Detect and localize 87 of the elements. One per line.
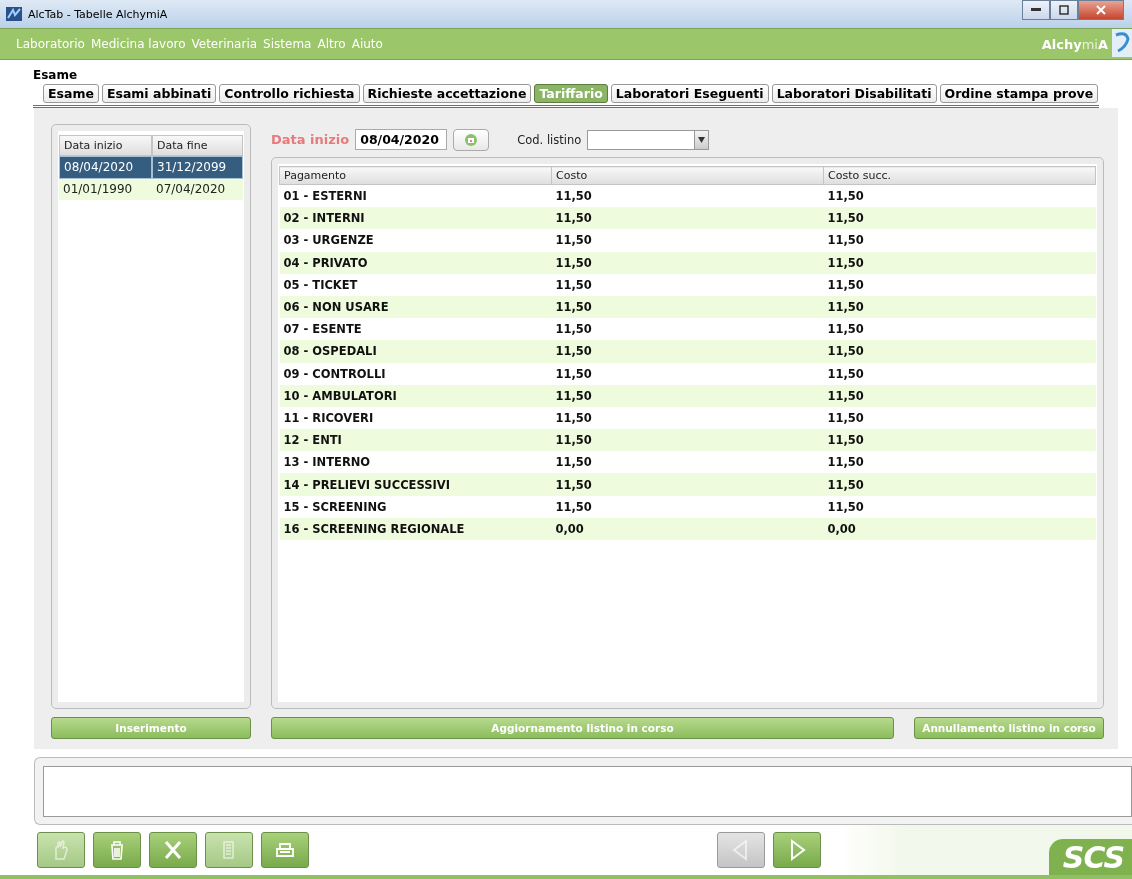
table-cell: 14 - PRELIEVI SUCCESSIVI bbox=[279, 473, 552, 496]
table-cell: 01 - ESTERNI bbox=[279, 184, 552, 208]
brand-logo: AlchymiA bbox=[1041, 36, 1108, 52]
window-title: AlcTab - Tabelle AlchymiA bbox=[28, 7, 169, 21]
minimize-button[interactable] bbox=[1022, 0, 1050, 20]
tab[interactable]: Esami abbinati bbox=[101, 84, 217, 103]
maximize-icon bbox=[1059, 5, 1069, 15]
date-field[interactable]: 08/04/2020 bbox=[355, 129, 448, 150]
tab[interactable]: Laboratori Eseguenti bbox=[610, 84, 769, 103]
table-cell: 11,50 bbox=[551, 473, 824, 496]
column-header: Pagamento bbox=[279, 166, 552, 185]
table-cell: 11,50 bbox=[551, 229, 824, 252]
listino-dropdown[interactable] bbox=[587, 129, 710, 150]
table-cell: 0,00 bbox=[823, 517, 1096, 540]
table-cell: 11,50 bbox=[551, 362, 824, 385]
tab[interactable]: Controllo richiesta bbox=[219, 84, 360, 103]
table-cell: 11,50 bbox=[823, 318, 1096, 341]
column-header: Costo succ. bbox=[823, 166, 1096, 185]
table-cell: 09 - CONTROLLI bbox=[279, 362, 552, 385]
cancel-button[interactable] bbox=[149, 832, 197, 868]
listino-label: Cod. listino bbox=[517, 132, 582, 147]
table-cell: 11,50 bbox=[823, 207, 1096, 230]
table-cell: 06 - NON USARE bbox=[279, 295, 552, 319]
table-cell: 11,50 bbox=[551, 429, 824, 452]
table-cell: 04 - PRIVATO bbox=[279, 251, 552, 274]
table-cell: 12 - ENTI bbox=[279, 429, 552, 452]
company-logo: SCS bbox=[1048, 839, 1132, 875]
table-cell: 11,50 bbox=[551, 406, 824, 430]
print-button[interactable] bbox=[261, 832, 309, 868]
table-cell: 11,50 bbox=[551, 384, 824, 407]
table-cell: 11,50 bbox=[551, 273, 824, 296]
tab[interactable]: Richieste accettazione bbox=[362, 84, 532, 103]
table-cell: 0,00 bbox=[551, 517, 824, 540]
table-cell: 11,50 bbox=[823, 384, 1096, 407]
period-cell[interactable]: 31/12/2099 bbox=[152, 156, 243, 179]
minimize-icon bbox=[1031, 8, 1041, 12]
tab[interactable]: Ordine stampa prove bbox=[939, 84, 1099, 103]
table-cell: 07 - ESENTE bbox=[279, 318, 552, 341]
table-cell: 11,50 bbox=[823, 273, 1096, 296]
period-cell[interactable]: 01/01/1990 bbox=[59, 179, 152, 200]
table-cell: 11,50 bbox=[823, 340, 1096, 363]
wave-logo-icon bbox=[1112, 29, 1132, 57]
calendar-button[interactable] bbox=[453, 128, 490, 151]
table-cell: 11,50 bbox=[823, 295, 1096, 319]
table-cell: 11,50 bbox=[823, 229, 1096, 252]
period-cell[interactable]: 07/04/2020 bbox=[152, 179, 243, 200]
table-cell: 13 - INTERNO bbox=[279, 451, 552, 474]
table-cell: 11,50 bbox=[823, 451, 1096, 474]
table-cell: 03 - URGENZE bbox=[279, 229, 552, 252]
tab[interactable]: Laboratori Disabilitati bbox=[771, 84, 937, 103]
table-cell: 11,50 bbox=[551, 295, 824, 319]
table-cell: 11,50 bbox=[823, 251, 1096, 274]
table-cell: 11,50 bbox=[551, 251, 824, 274]
table-cell: 11,50 bbox=[551, 495, 824, 518]
calendar-icon bbox=[464, 132, 479, 147]
delete-button[interactable] bbox=[93, 832, 141, 868]
column-header: Data fine bbox=[152, 135, 243, 156]
app-icon bbox=[6, 7, 22, 21]
period-cell[interactable]: 08/04/2020 bbox=[59, 156, 152, 179]
table-cell: 16 - SCREENING REGIONALE bbox=[279, 517, 552, 540]
tab[interactable]: Esame bbox=[43, 84, 99, 103]
table-cell: 11,50 bbox=[823, 429, 1096, 452]
close-button[interactable] bbox=[1078, 0, 1124, 20]
table-cell: 02 - INTERNI bbox=[279, 207, 552, 230]
column-header: Data inizio bbox=[59, 135, 152, 156]
table-cell: 11,50 bbox=[823, 473, 1096, 496]
maximize-button[interactable] bbox=[1050, 0, 1078, 20]
table-cell: 11 - RICOVERI bbox=[279, 406, 552, 430]
date-label: Data inizio bbox=[271, 132, 350, 147]
table-cell: 11,50 bbox=[551, 318, 824, 341]
table-cell: 11,50 bbox=[551, 184, 824, 208]
table-cell: 11,50 bbox=[551, 451, 824, 474]
table-cell: 05 - TICKET bbox=[279, 273, 552, 296]
table-cell: 15 - SCREENING bbox=[279, 495, 552, 518]
table-cell: 08 - OSPEDALI bbox=[279, 340, 552, 363]
table-cell: 11,50 bbox=[823, 495, 1096, 518]
section-title: Esame bbox=[33, 68, 79, 84]
table-cell: 11,50 bbox=[823, 184, 1096, 208]
table-cell: 10 - AMBULATORI bbox=[279, 384, 552, 407]
dropdown-arrow-icon bbox=[698, 136, 706, 143]
table-cell: 11,50 bbox=[551, 207, 824, 230]
table-cell: 11,50 bbox=[823, 362, 1096, 385]
close-icon bbox=[1096, 5, 1106, 15]
next-button[interactable] bbox=[773, 832, 821, 868]
table-cell: 11,50 bbox=[551, 340, 824, 363]
column-header: Costo bbox=[551, 166, 824, 185]
table-cell: 11,50 bbox=[823, 406, 1096, 430]
